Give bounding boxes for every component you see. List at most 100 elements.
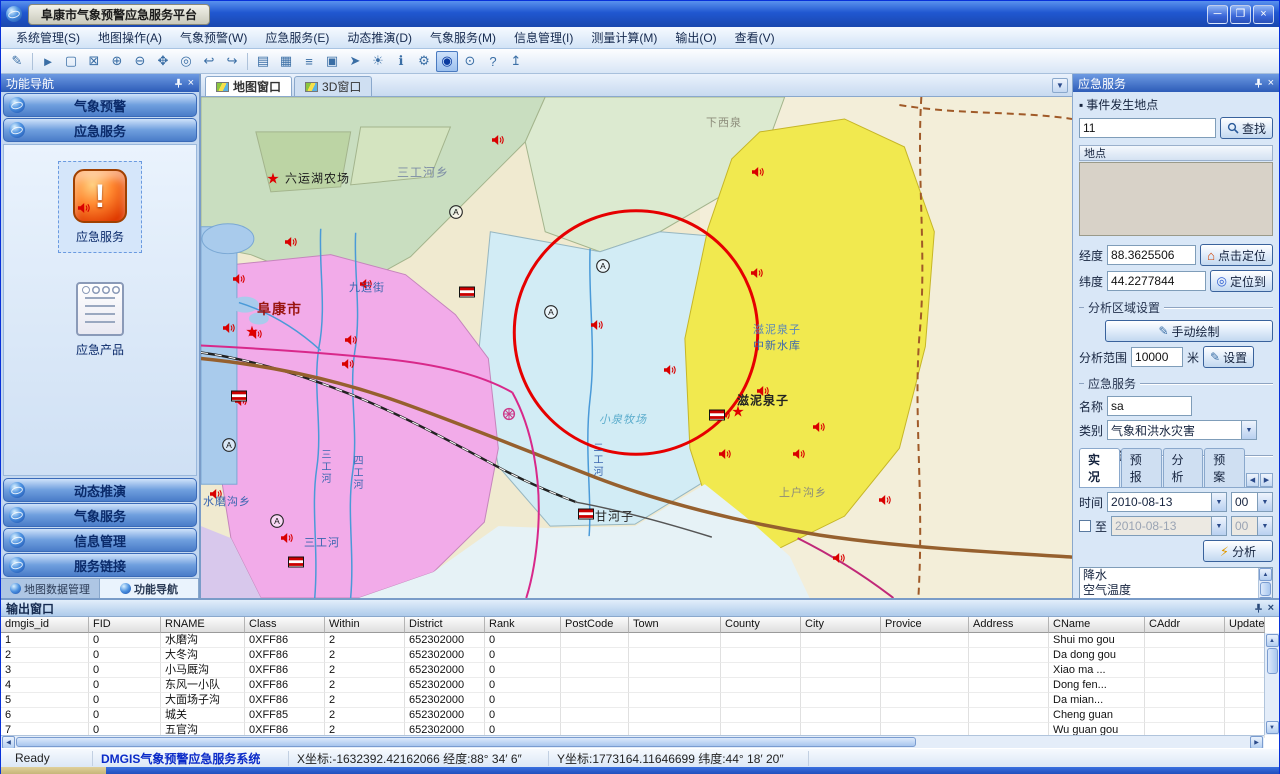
scroll-down-icon[interactable]: ▼ bbox=[1266, 721, 1279, 734]
zoom-next-icon[interactable]: ↪ bbox=[221, 51, 243, 72]
left-tab-0[interactable]: 地图数据管理 bbox=[1, 579, 100, 598]
analysis-range-input[interactable] bbox=[1131, 347, 1183, 367]
column-header-dmgis_id[interactable]: dmgis_id bbox=[1, 617, 89, 633]
shortcut-document[interactable]: 应急产品 bbox=[62, 275, 138, 365]
station-marker-icon[interactable]: A bbox=[270, 514, 285, 529]
table-row[interactable]: 40东风一小队0XFF8626523020000Dong fen... bbox=[1, 678, 1279, 693]
station-marker-icon[interactable]: A bbox=[222, 438, 237, 453]
pin-icon[interactable] bbox=[1254, 603, 1263, 613]
end-date-select[interactable]: 2010-08-13 ▼ bbox=[1111, 516, 1227, 536]
nav-group-top-1[interactable]: 应急服务 bbox=[3, 118, 197, 142]
speaker-marker-icon[interactable] bbox=[232, 273, 246, 285]
close-icon[interactable]: × bbox=[1268, 603, 1274, 614]
analysis-tab-1[interactable]: 预报 bbox=[1121, 448, 1162, 487]
wheel-marker-icon[interactable] bbox=[502, 407, 516, 421]
column-header-Within[interactable]: Within bbox=[325, 617, 405, 633]
column-header-City[interactable]: City bbox=[801, 617, 881, 633]
place-result-list[interactable] bbox=[1079, 162, 1273, 236]
zoom-out-icon[interactable]: ⊖ bbox=[129, 51, 151, 72]
find-button[interactable]: 查找 bbox=[1220, 117, 1273, 139]
chevron-down-icon[interactable]: ▼ bbox=[1241, 421, 1256, 439]
flag-marker-icon[interactable] bbox=[578, 509, 594, 520]
menu-item-2[interactable]: 气象预警(W) bbox=[171, 27, 256, 48]
left-tab-1[interactable]: 功能导航 bbox=[100, 579, 199, 598]
scroll-thumb[interactable] bbox=[1267, 648, 1278, 674]
speaker-marker-icon[interactable] bbox=[344, 334, 358, 346]
scroll-right-icon[interactable]: ▶ bbox=[1250, 736, 1263, 749]
menu-item-0[interactable]: 系统管理(S) bbox=[7, 27, 89, 48]
table-vertical-scrollbar[interactable]: ▲ ▼ bbox=[1264, 633, 1279, 735]
menu-item-6[interactable]: 信息管理(I) bbox=[505, 27, 582, 48]
insert-image-icon[interactable]: ▦ bbox=[275, 51, 297, 72]
map-tab-1[interactable]: 3D窗口 bbox=[294, 76, 372, 96]
scroll-thumb[interactable] bbox=[16, 737, 916, 747]
globe-service-icon[interactable]: ◉ bbox=[436, 51, 458, 72]
menu-item-7[interactable]: 测量计算(M) bbox=[582, 27, 666, 48]
service-type-select[interactable]: 气象和洪水灾害 ▼ bbox=[1107, 420, 1257, 440]
chevron-down-icon[interactable]: ▼ bbox=[1211, 517, 1226, 535]
column-header-Address[interactable]: Address bbox=[969, 617, 1049, 633]
nav-group-bottom-0[interactable]: 动态推演 bbox=[3, 478, 197, 502]
edit-pencil-icon[interactable]: ✎ bbox=[6, 51, 28, 72]
chevron-down-icon[interactable]: ▼ bbox=[1211, 493, 1226, 511]
flag-marker-icon[interactable] bbox=[231, 391, 247, 402]
nav-group-bottom-2[interactable]: 信息管理 bbox=[3, 528, 197, 552]
chevron-down-icon[interactable]: ▼ bbox=[1257, 493, 1272, 511]
analysis-tab-3[interactable]: 预案 bbox=[1204, 448, 1245, 487]
station-marker-icon[interactable]: A bbox=[449, 205, 464, 220]
export-image-icon[interactable]: ↥ bbox=[505, 51, 527, 72]
star-marker-icon[interactable]: ★ bbox=[245, 325, 258, 340]
column-header-Provice[interactable]: Provice bbox=[881, 617, 969, 633]
column-header-Update[interactable]: Update bbox=[1225, 617, 1265, 633]
nav-group-bottom-1[interactable]: 气象服务 bbox=[3, 503, 197, 527]
close-icon[interactable]: × bbox=[188, 78, 194, 89]
station-marker-icon[interactable]: A bbox=[596, 259, 611, 274]
menu-item-9[interactable]: 查看(V) bbox=[726, 27, 784, 48]
column-header-CName[interactable]: CName bbox=[1049, 617, 1145, 633]
close-icon[interactable]: × bbox=[1268, 78, 1274, 89]
menu-item-1[interactable]: 地图操作(A) bbox=[89, 27, 171, 48]
print-icon[interactable]: ▣ bbox=[321, 51, 343, 72]
nav-group-top-0[interactable]: 气象预警 bbox=[3, 93, 197, 117]
minimize-button[interactable]: ─ bbox=[1207, 5, 1228, 24]
table-row[interactable]: 30小马厩沟0XFF8626523020000Xiao ma ... bbox=[1, 663, 1279, 678]
flag-marker-icon[interactable] bbox=[459, 287, 475, 298]
speaker-marker-icon[interactable] bbox=[663, 364, 677, 376]
list-scrollbar[interactable]: ▲ ▼ bbox=[1258, 568, 1272, 598]
speaker-marker-icon[interactable] bbox=[878, 494, 892, 506]
settings-gear-icon[interactable]: ⚙ bbox=[413, 51, 435, 72]
pin-icon[interactable] bbox=[174, 78, 183, 88]
start-hour-select[interactable]: 00 ▼ bbox=[1231, 492, 1273, 512]
pin-icon[interactable] bbox=[1254, 78, 1263, 88]
identify-info-icon[interactable]: ℹ bbox=[390, 51, 412, 72]
set-range-button[interactable]: ✎ 设置 bbox=[1203, 346, 1254, 368]
scroll-left-icon[interactable]: ◀ bbox=[2, 736, 15, 749]
map-canvas[interactable]: AAAAA★★★六运湖农场三工河乡下西泉阜康市九运街滋泥泉子中新水库滋泥泉子小泉… bbox=[201, 97, 1072, 598]
speaker-marker-icon[interactable] bbox=[590, 319, 604, 331]
service-name-input[interactable] bbox=[1107, 396, 1192, 416]
speaker-marker-icon[interactable] bbox=[341, 358, 355, 370]
column-header-District[interactable]: District bbox=[405, 617, 485, 633]
speaker-marker-icon[interactable] bbox=[491, 134, 505, 146]
speaker-marker-icon[interactable] bbox=[750, 267, 764, 279]
shortcut-emergency[interactable]: !应急服务 bbox=[58, 161, 142, 253]
table-horizontal-scrollbar[interactable]: ◀ ▶ bbox=[1, 735, 1264, 748]
flag-marker-icon[interactable] bbox=[709, 410, 725, 421]
column-header-Class[interactable]: Class bbox=[245, 617, 325, 633]
close-button[interactable]: × bbox=[1253, 5, 1274, 24]
locate-by-click-button[interactable]: ⌂ 点击定位 bbox=[1200, 244, 1273, 266]
event-location-input[interactable] bbox=[1079, 118, 1216, 138]
menu-item-5[interactable]: 气象服务(M) bbox=[421, 27, 505, 48]
tab-scroll-right-icon[interactable]: ▶ bbox=[1260, 473, 1273, 487]
column-header-RNAME[interactable]: RNAME bbox=[161, 617, 245, 633]
list-item-1[interactable]: 空气温度 bbox=[1080, 583, 1258, 598]
pan-hand-icon[interactable]: ✥ bbox=[152, 51, 174, 72]
station-marker-icon[interactable]: A bbox=[544, 305, 559, 320]
column-header-CAddr[interactable]: CAddr bbox=[1145, 617, 1225, 633]
column-header-County[interactable]: County bbox=[721, 617, 801, 633]
column-header-Town[interactable]: Town bbox=[629, 617, 721, 633]
scroll-thumb[interactable] bbox=[1260, 582, 1271, 596]
table-row[interactable]: 10水磨沟0XFF8626523020000Shui mo gou bbox=[1, 633, 1279, 648]
end-time-checkbox[interactable] bbox=[1079, 520, 1091, 532]
longitude-input[interactable] bbox=[1107, 245, 1196, 265]
